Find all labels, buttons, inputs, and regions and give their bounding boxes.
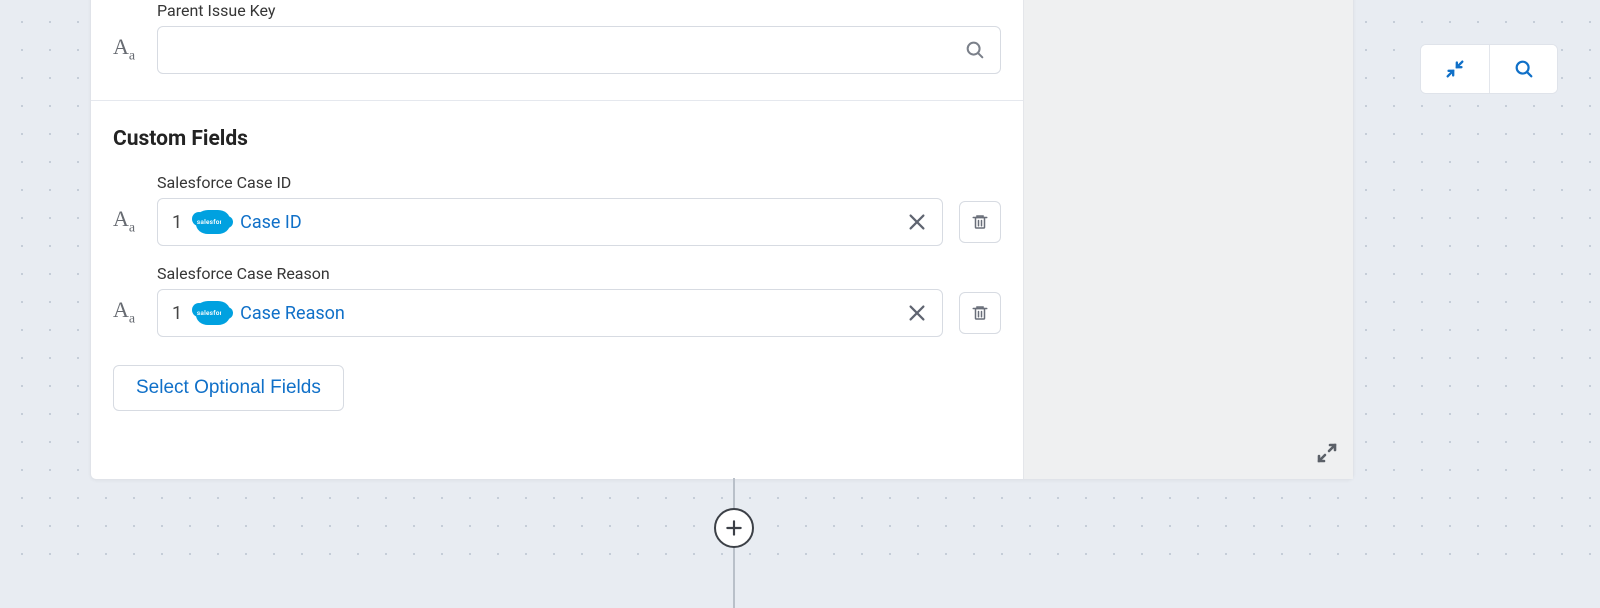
trash-icon bbox=[971, 213, 989, 231]
step-panel: Parent Issue Key Aa Custom Fields Salesf… bbox=[90, 0, 1354, 480]
connector-line bbox=[733, 548, 735, 608]
search-icon bbox=[1513, 58, 1535, 80]
add-step-button[interactable] bbox=[714, 508, 754, 548]
parent-issue-key-field: Parent Issue Key Aa bbox=[113, 0, 1001, 74]
expand-icon[interactable] bbox=[1315, 441, 1339, 465]
plus-icon bbox=[724, 518, 744, 538]
case-reason-input[interactable]: 1 salesforce Case Reason bbox=[157, 289, 943, 337]
trash-icon bbox=[971, 304, 989, 322]
select-optional-fields-button[interactable]: Select Optional Fields bbox=[113, 365, 344, 411]
connector-line bbox=[733, 478, 735, 508]
salesforce-case-reason-field: Salesforce Case Reason Aa 1 salesforce C… bbox=[113, 264, 1001, 337]
delete-field-button[interactable] bbox=[959, 292, 1001, 334]
field-label: Salesforce Case ID bbox=[157, 173, 1001, 192]
clear-icon[interactable] bbox=[906, 302, 928, 324]
preview-column bbox=[1023, 0, 1353, 479]
text-type-icon: Aa bbox=[113, 208, 145, 235]
pill-value: Case Reason bbox=[240, 303, 345, 324]
pill-value: Case ID bbox=[240, 212, 302, 233]
pill-index: 1 bbox=[172, 212, 182, 233]
canvas-toolbar bbox=[1420, 44, 1558, 94]
pill-index: 1 bbox=[172, 303, 182, 324]
salesforce-case-id-field: Salesforce Case ID Aa 1 salesforce Case … bbox=[113, 173, 1001, 246]
clear-icon[interactable] bbox=[906, 211, 928, 233]
delete-field-button[interactable] bbox=[959, 201, 1001, 243]
salesforce-icon: salesforce bbox=[196, 210, 230, 234]
custom-fields-heading: Custom Fields bbox=[113, 127, 1001, 151]
collapse-icon bbox=[1444, 58, 1466, 80]
case-id-input[interactable]: 1 salesforce Case ID bbox=[157, 198, 943, 246]
text-type-icon: Aa bbox=[113, 36, 145, 63]
search-icon bbox=[964, 39, 986, 61]
text-type-icon: Aa bbox=[113, 299, 145, 326]
search-button[interactable] bbox=[1489, 45, 1557, 93]
salesforce-icon: salesforce bbox=[196, 301, 230, 325]
collapse-button[interactable] bbox=[1421, 45, 1489, 93]
field-label: Salesforce Case Reason bbox=[157, 264, 1001, 283]
form-column: Parent Issue Key Aa Custom Fields Salesf… bbox=[91, 0, 1023, 479]
flow-connector bbox=[714, 478, 754, 608]
section-divider bbox=[91, 100, 1023, 101]
parent-issue-key-input[interactable] bbox=[157, 26, 1001, 74]
field-label: Parent Issue Key bbox=[157, 1, 1001, 20]
step-card: Parent Issue Key Aa Custom Fields Salesf… bbox=[90, 0, 1354, 480]
